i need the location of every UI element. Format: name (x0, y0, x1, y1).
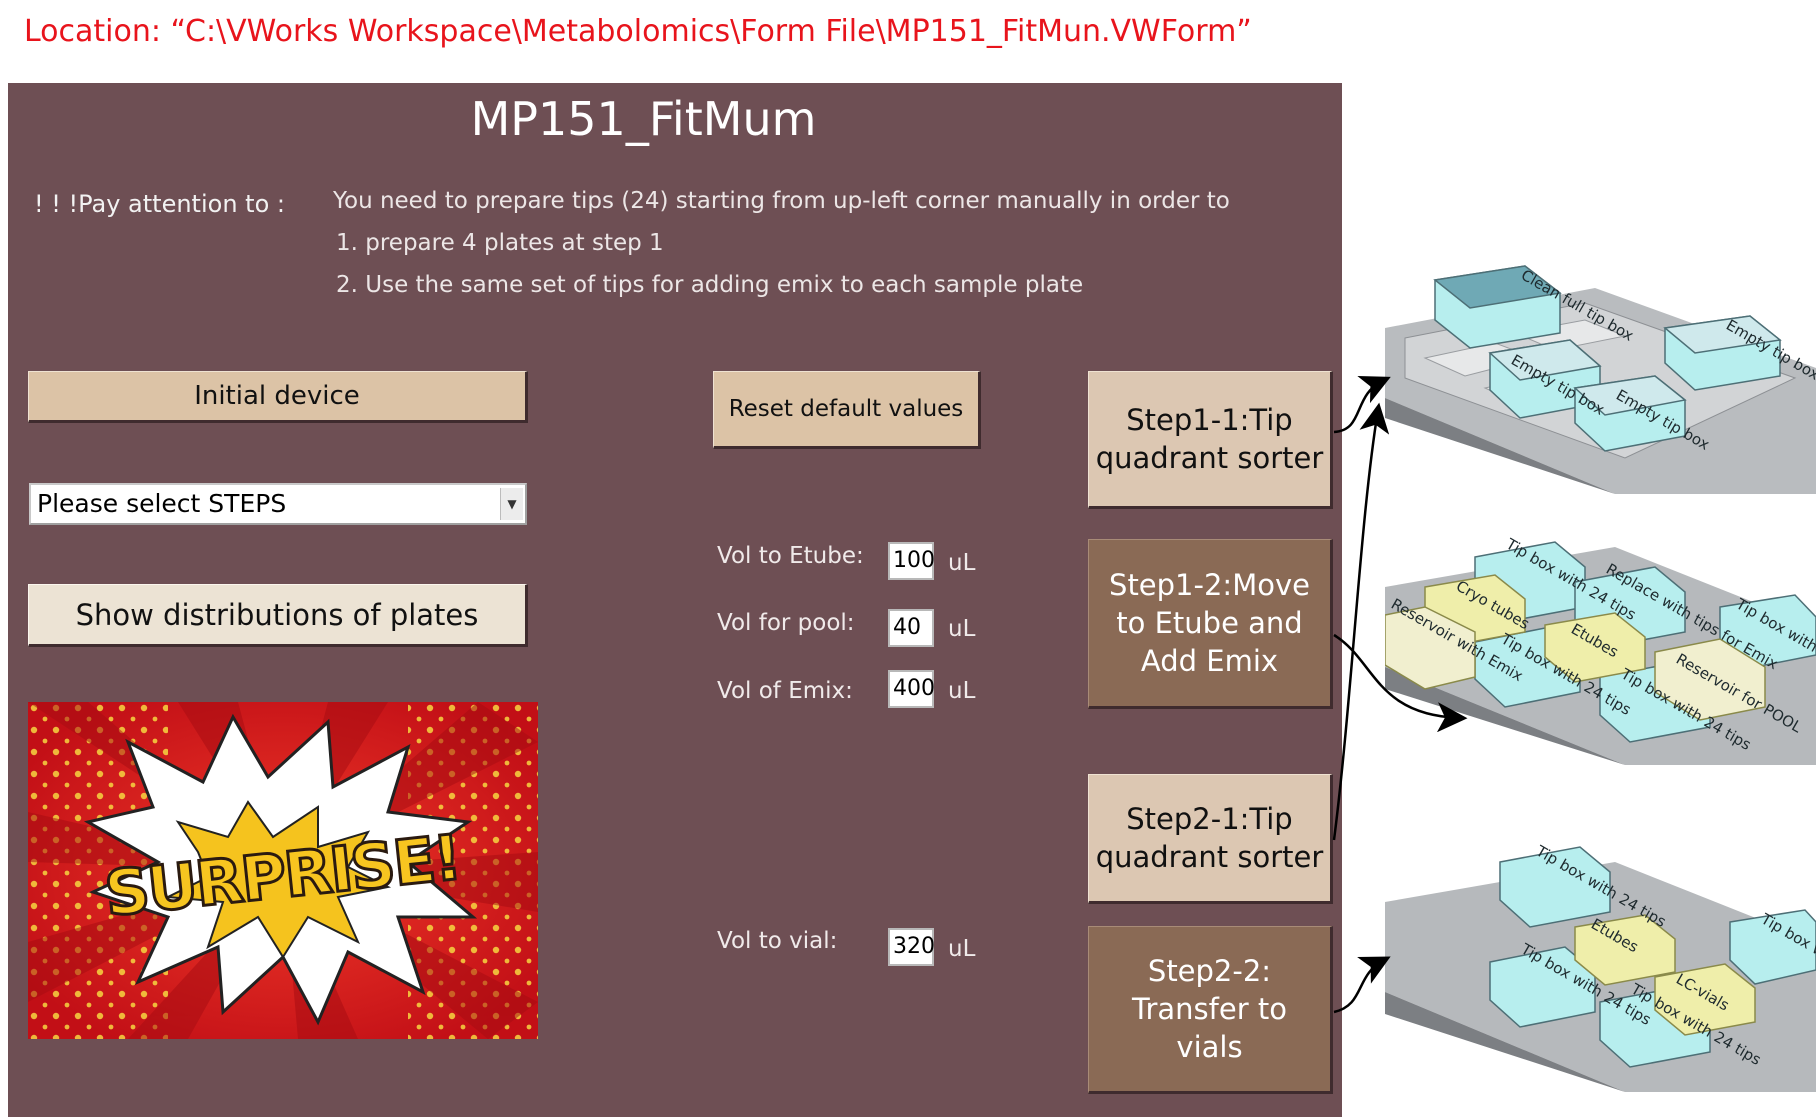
attention-note-line-2: 1. prepare 4 plates at step 1 (336, 230, 664, 256)
attention-label: ! ! !Pay attention to : (34, 190, 285, 218)
vol-etube-input[interactable]: 100 (888, 542, 935, 580)
vol-etube-unit: uL (948, 550, 976, 576)
location-caption: Location: “C:\VWorks Workspace\Metabolom… (24, 14, 1252, 49)
step2-1-tip-quadrant-sorter-button[interactable]: Step2-1:Tip quadrant sorter (1088, 774, 1333, 904)
step1-2-move-to-etube-button[interactable]: Step1-2:Move to Etube and Add Emix (1088, 539, 1333, 709)
vol-pool-unit: uL (948, 616, 976, 642)
vol-emix-input[interactable]: 400 (888, 670, 935, 708)
deck-image-step1-1: Clean full tip box Empty tip box Empty t… (1385, 258, 1816, 494)
vol-vial-label: Vol to vial: (717, 928, 838, 954)
chevron-down-icon[interactable]: ▼ (500, 488, 523, 520)
attention-note-line-3: 2. Use the same set of tips for adding e… (336, 272, 1084, 298)
surprise-burst-graphic: SURPRISE! (28, 702, 538, 1039)
vol-vial-input[interactable]: 320 (888, 928, 935, 966)
vol-emix-label: Vol of Emix: (717, 678, 853, 704)
deck-image-step2: Tip box with 24 tips Tip box with 24 tip… (1385, 842, 1816, 1092)
vol-etube-label: Vol to Etube: (717, 543, 864, 569)
show-distributions-button[interactable]: Show distributions of plates (28, 584, 528, 647)
deck-image-step1-2: Tip box with 24 tips Replace with tips f… (1385, 527, 1816, 765)
form-title: MP151_FitMum (470, 92, 817, 146)
steps-select-value: Please select STEPS (37, 489, 287, 518)
vol-pool-input[interactable]: 40 (888, 609, 934, 647)
vol-pool-label: Vol for pool: (717, 610, 855, 636)
attention-note-line-1: You need to prepare tips (24) starting f… (333, 188, 1230, 214)
vol-vial-unit: uL (948, 936, 976, 962)
initial-device-button[interactable]: Initial device (28, 371, 528, 423)
vol-emix-unit: uL (948, 678, 976, 704)
step1-1-tip-quadrant-sorter-button[interactable]: Step1-1:Tip quadrant sorter (1088, 371, 1333, 509)
steps-select[interactable]: Please select STEPS ▼ (29, 483, 527, 525)
step2-2-transfer-to-vials-button[interactable]: Step2-2: Transfer to vials (1088, 926, 1333, 1094)
surprise-image[interactable]: SURPRISE! (28, 702, 538, 1039)
reset-default-values-button[interactable]: Reset default values (713, 371, 981, 449)
